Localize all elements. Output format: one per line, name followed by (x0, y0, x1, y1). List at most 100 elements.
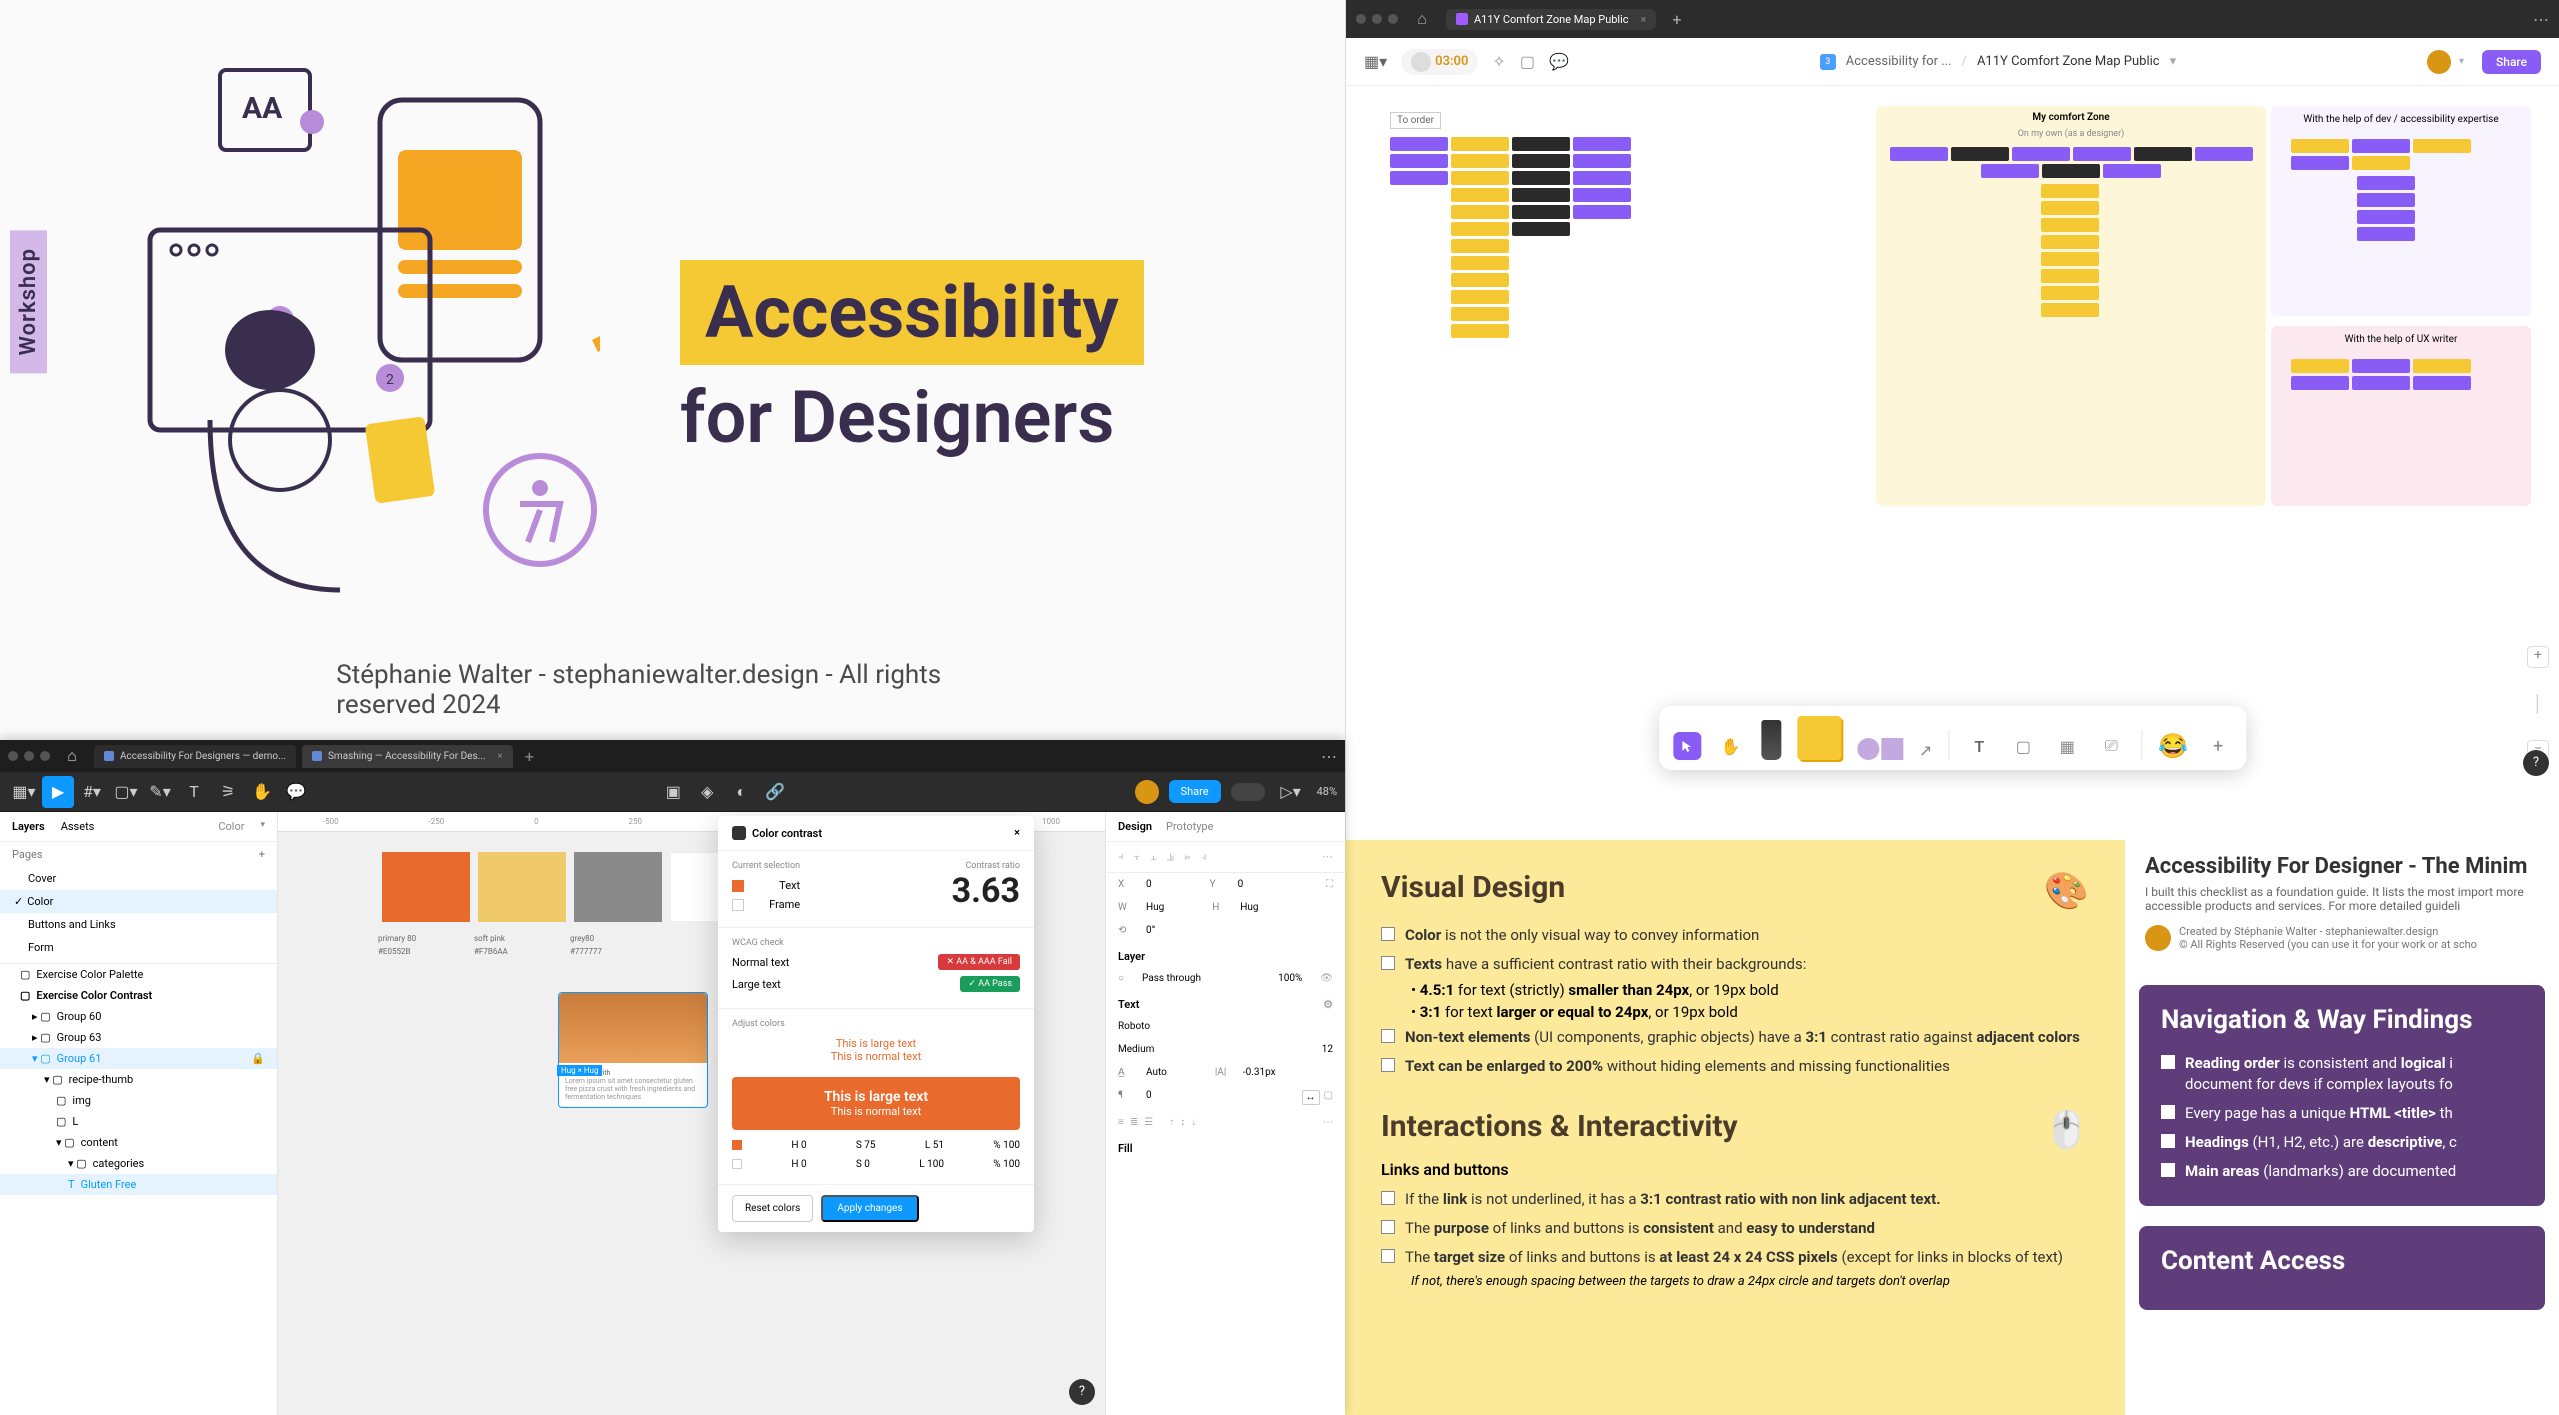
sticky[interactable] (2413, 139, 2471, 153)
sticky[interactable] (1573, 137, 1631, 151)
color-swatch[interactable] (574, 852, 662, 922)
figma-titlebar[interactable]: ⌂ Accessibility For Designers — demo... … (0, 740, 1345, 772)
sticky[interactable] (2041, 235, 2099, 249)
marker-tool[interactable] (1761, 720, 1781, 760)
sticky[interactable] (2041, 269, 2099, 283)
sticky[interactable] (1451, 188, 1509, 202)
share-button[interactable]: Share (2482, 50, 2541, 74)
design-tab[interactable]: Design (1118, 820, 1152, 833)
connector-tool[interactable]: ↗ (1919, 741, 1932, 760)
home-icon[interactable]: ⌂ (56, 740, 88, 772)
zoom-in-button[interactable]: + (2527, 646, 2549, 668)
sticky[interactable] (2291, 376, 2349, 390)
frame-tool[interactable]: #▾ (76, 776, 108, 808)
sticky[interactable] (2073, 147, 2131, 161)
align-middle-icon[interactable]: ⫢ (1184, 850, 1190, 864)
checklist-item[interactable]: The purpose of links and buttons is cons… (1381, 1214, 2089, 1243)
sticky[interactable] (2291, 359, 2349, 373)
chevron-down-icon[interactable]: ▾ (2459, 56, 2464, 67)
sticky[interactable] (2357, 176, 2415, 190)
prototype-tab[interactable]: Prototype (1166, 820, 1213, 833)
auto-height-icon[interactable]: ▢ (1324, 1090, 1333, 1105)
checklist-item[interactable]: Headings (H1, H2, etc.) are descriptive,… (2161, 1128, 2523, 1157)
text-top-icon[interactable]: ↑ (1169, 1117, 1174, 1128)
visibility-icon[interactable]: 👁 (1320, 973, 1333, 984)
hand-tool[interactable]: ✋ (246, 776, 278, 808)
close-icon[interactable]: × (1641, 13, 1647, 26)
comment-icon[interactable]: 💬 (1549, 52, 1569, 71)
selected-frame[interactable]: Hug × Hug Pan Pizza withLorem ipsum sit … (558, 992, 708, 1108)
layer-item-selected[interactable]: ▾ ▢Group 61🔒 (0, 1048, 277, 1069)
color-contrast-plugin[interactable]: Color contrast× Current selection Text F… (718, 816, 1034, 1232)
sticky[interactable] (2134, 147, 2192, 161)
sticky[interactable] (2413, 359, 2471, 373)
section-label[interactable]: To order (1390, 112, 1441, 129)
home-icon[interactable]: ⌂ (1406, 3, 1438, 35)
figma-tab[interactable]: Accessibility For Designers — demo... (94, 745, 296, 768)
breadcrumb-parent[interactable]: Accessibility for ... (1846, 54, 1952, 69)
align-top-icon[interactable]: ⫡ (1167, 850, 1174, 864)
apply-changes-button[interactable]: Apply changes (821, 1195, 918, 1222)
checklist-item[interactable]: Texts have a sufficient contrast ratio w… (1381, 950, 2089, 979)
figjam-tab[interactable]: A11Y Comfort Zone Map Public× (1446, 9, 1656, 30)
layer-item[interactable]: ▢Exercise Color Contrast (0, 985, 277, 1006)
layout-icon[interactable]: ▢ (1520, 52, 1535, 71)
checklist-item[interactable]: Color is not the only visual way to conv… (1381, 921, 2089, 950)
close-icon[interactable]: × (498, 751, 503, 762)
sticky[interactable] (1451, 256, 1509, 270)
sticky[interactable] (1390, 154, 1448, 168)
sticky[interactable] (1451, 171, 1509, 185)
timer[interactable]: 03:00 (1435, 54, 1468, 69)
sticky[interactable] (1451, 290, 1509, 304)
sticker-tool[interactable]: 😂 (2158, 732, 2188, 760)
sticky[interactable] (1451, 137, 1509, 151)
page-item[interactable]: Buttons and Links (0, 913, 277, 936)
sticky[interactable] (2041, 184, 2099, 198)
help-button[interactable]: ? (2523, 750, 2549, 776)
avatar[interactable] (1411, 52, 1431, 72)
layer-item[interactable]: ▾ ▢recipe-thumb (0, 1069, 277, 1090)
sticky[interactable] (1512, 154, 1570, 168)
reset-colors-button[interactable]: Reset colors (732, 1195, 813, 1222)
more-icon[interactable]: ⋯ (1323, 1117, 1333, 1128)
chevron-down-icon[interactable]: ▾ (2170, 54, 2177, 69)
sticky[interactable] (1573, 205, 1631, 219)
text-align-center-icon[interactable]: ≣ (1130, 1117, 1138, 1128)
sticky[interactable] (2103, 164, 2161, 178)
layer-item[interactable]: ▢Exercise Color Palette (0, 964, 277, 985)
sticky[interactable] (2041, 201, 2099, 215)
expand-icon[interactable]: ⛶ (1326, 879, 1333, 890)
checklist-item[interactable]: Non-text elements (UI components, graphi… (1381, 1023, 2089, 1052)
more-tools[interactable]: + (2204, 732, 2232, 760)
figma-tab-active[interactable]: Smashing — Accessibility For Des...× (302, 745, 513, 768)
auto-width-icon[interactable]: ↔ (1302, 1090, 1320, 1105)
move-tool[interactable]: ▶ (42, 776, 74, 808)
sticky[interactable] (1451, 205, 1509, 219)
new-tab-button[interactable]: + (1672, 10, 1681, 29)
text-align-right-icon[interactable]: ☰ (1144, 1117, 1153, 1128)
color-swatch[interactable] (478, 852, 566, 922)
shape-tool[interactable] (1857, 738, 1903, 760)
sticky[interactable] (1512, 188, 1570, 202)
user-avatar[interactable] (1135, 780, 1159, 804)
zoom-display[interactable]: 48% (1317, 785, 1337, 798)
sticky[interactable] (1573, 154, 1631, 168)
sticky[interactable] (1512, 205, 1570, 219)
text-middle-icon[interactable]: ↕ (1180, 1117, 1185, 1128)
page-item-selected[interactable]: ✓Color (0, 890, 277, 913)
sticky[interactable] (2012, 147, 2070, 161)
page-item[interactable]: Form (0, 936, 277, 959)
checklist-item[interactable]: Main areas (landmarks) are documented (2161, 1157, 2523, 1186)
sticky[interactable] (2357, 193, 2415, 207)
sticky[interactable] (1512, 137, 1570, 151)
sticky[interactable] (2195, 147, 2253, 161)
align-center-icon[interactable]: ⫟ (1134, 850, 1141, 864)
sticky[interactable] (2291, 139, 2349, 153)
layer-item[interactable]: ▸ ▢Group 60 (0, 1006, 277, 1027)
layer-item[interactable]: ▾ ▢content (0, 1132, 277, 1153)
sticky[interactable] (2352, 359, 2410, 373)
present-icon[interactable]: ▷▾ (1275, 776, 1307, 808)
stamp-tool[interactable]: ⎚ (2097, 732, 2125, 760)
assets-tab[interactable]: Assets (61, 820, 95, 833)
layer-item[interactable]: ▢img (0, 1090, 277, 1111)
